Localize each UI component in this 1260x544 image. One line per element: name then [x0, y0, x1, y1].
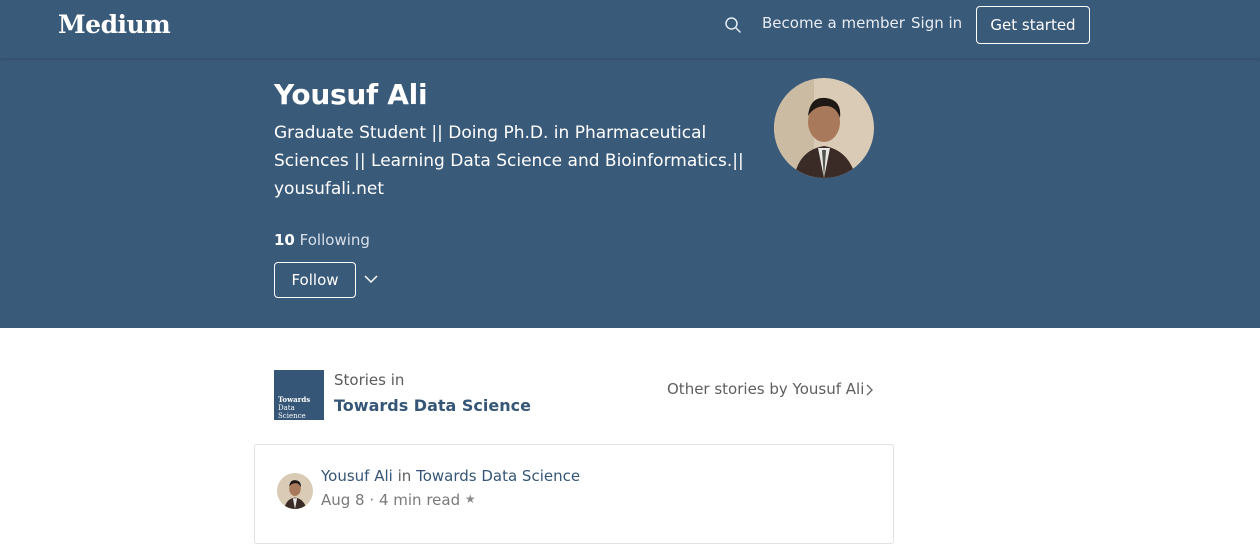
read-time: 4 min read — [378, 491, 461, 509]
following-count[interactable]: 10 Following — [274, 231, 370, 249]
get-started-button[interactable]: Get started — [976, 6, 1090, 44]
sign-in-link[interactable]: Sign in — [911, 14, 962, 32]
following-label: Following — [299, 231, 370, 249]
other-stories-link[interactable]: Other stories by Yousuf Ali — [667, 380, 864, 398]
story-byline: Yousuf Ali in Towards Data Science — [321, 467, 580, 485]
author-avatar[interactable] — [277, 473, 313, 509]
story-date[interactable]: Aug 8 — [321, 491, 365, 509]
byline-in: in — [397, 467, 412, 485]
become-member-link[interactable]: Become a member — [762, 14, 905, 32]
top-navigation: Medium Become a member Sign in Get start… — [0, 0, 1260, 58]
profile-name: Yousuf Ali — [274, 78, 428, 111]
story-card[interactable]: Yousuf Ali in Towards Data Science Aug 8… — [254, 444, 894, 544]
follow-button[interactable]: Follow — [274, 262, 356, 298]
story-publication-link[interactable]: Towards Data Science — [416, 467, 580, 485]
publication-logo-line2: Data Science — [278, 404, 306, 420]
meta-separator: · — [369, 491, 375, 509]
search-icon[interactable] — [724, 16, 742, 34]
chevron-down-icon[interactable] — [362, 270, 380, 288]
chevron-right-icon[interactable] — [864, 382, 876, 398]
star-icon: ★ — [464, 492, 476, 506]
profile-avatar — [774, 78, 874, 178]
publication-logo[interactable]: Towards Data Science — [274, 370, 324, 420]
publication-name-link[interactable]: Towards Data Science — [334, 396, 531, 415]
stories-in-label: Stories in — [334, 371, 405, 389]
profile-header: Yousuf Ali Graduate Student || Doing Ph.… — [0, 58, 1260, 328]
following-number: 10 — [274, 231, 295, 249]
medium-logo[interactable]: Medium — [58, 10, 171, 39]
story-meta: Aug 8 · 4 min read ★ — [321, 491, 476, 509]
author-link[interactable]: Yousuf Ali — [321, 467, 393, 485]
publication-logo-line1: Towards — [278, 395, 311, 404]
profile-bio: Graduate Student || Doing Ph.D. in Pharm… — [274, 123, 744, 199]
